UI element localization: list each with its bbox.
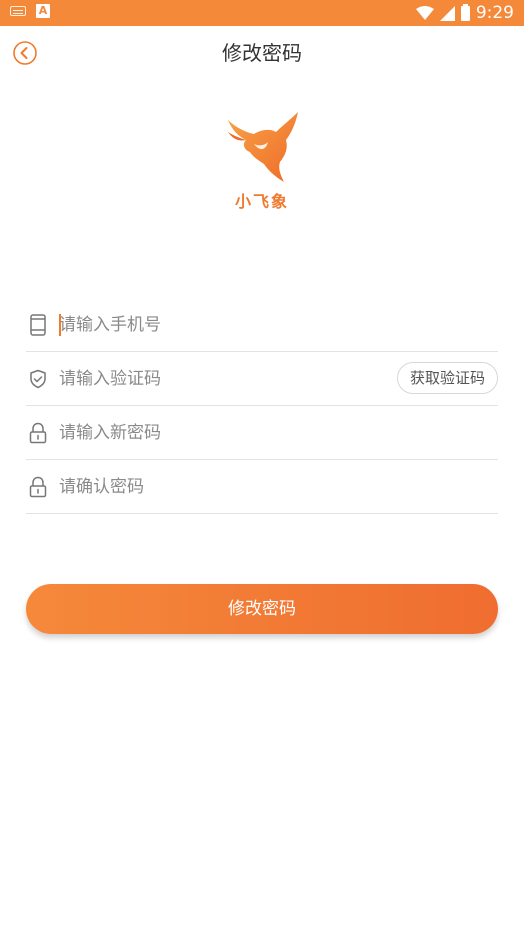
status-time: 9:29: [475, 3, 514, 23]
lock-icon: [27, 422, 49, 444]
submit-button[interactable]: 修改密码: [26, 584, 498, 634]
status-bar: A 9:29: [0, 0, 524, 26]
change-password-form: 获取验证码: [26, 298, 498, 514]
status-left: A: [10, 4, 50, 18]
shield-check-icon: [27, 368, 49, 390]
new-password-input[interactable]: [59, 417, 498, 448]
get-code-button[interactable]: 获取验证码: [396, 362, 498, 394]
confirm-password-row: [26, 460, 498, 514]
confirm-password-input[interactable]: [59, 471, 498, 502]
lock-icon: [27, 476, 49, 498]
new-password-row: [26, 406, 498, 460]
wifi-icon: [415, 6, 434, 20]
app-notification-icon: A: [36, 4, 50, 18]
keyboard-icon: [10, 6, 26, 16]
header: 修改密码: [0, 26, 524, 80]
flying-elephant-logo-icon: [228, 112, 298, 182]
page-title: 修改密码: [222, 41, 302, 65]
battery-icon: [460, 3, 470, 21]
text-caret: [59, 314, 61, 336]
status-right: 9:29: [415, 2, 514, 24]
signal-icon: [439, 5, 455, 21]
phone-row: [26, 298, 498, 352]
phone-icon: [27, 313, 49, 336]
phone-input[interactable]: [59, 309, 498, 340]
code-row: 获取验证码: [26, 352, 498, 406]
logo-text: 小飞象: [234, 192, 289, 211]
app-logo: 小飞象: [212, 110, 312, 220]
